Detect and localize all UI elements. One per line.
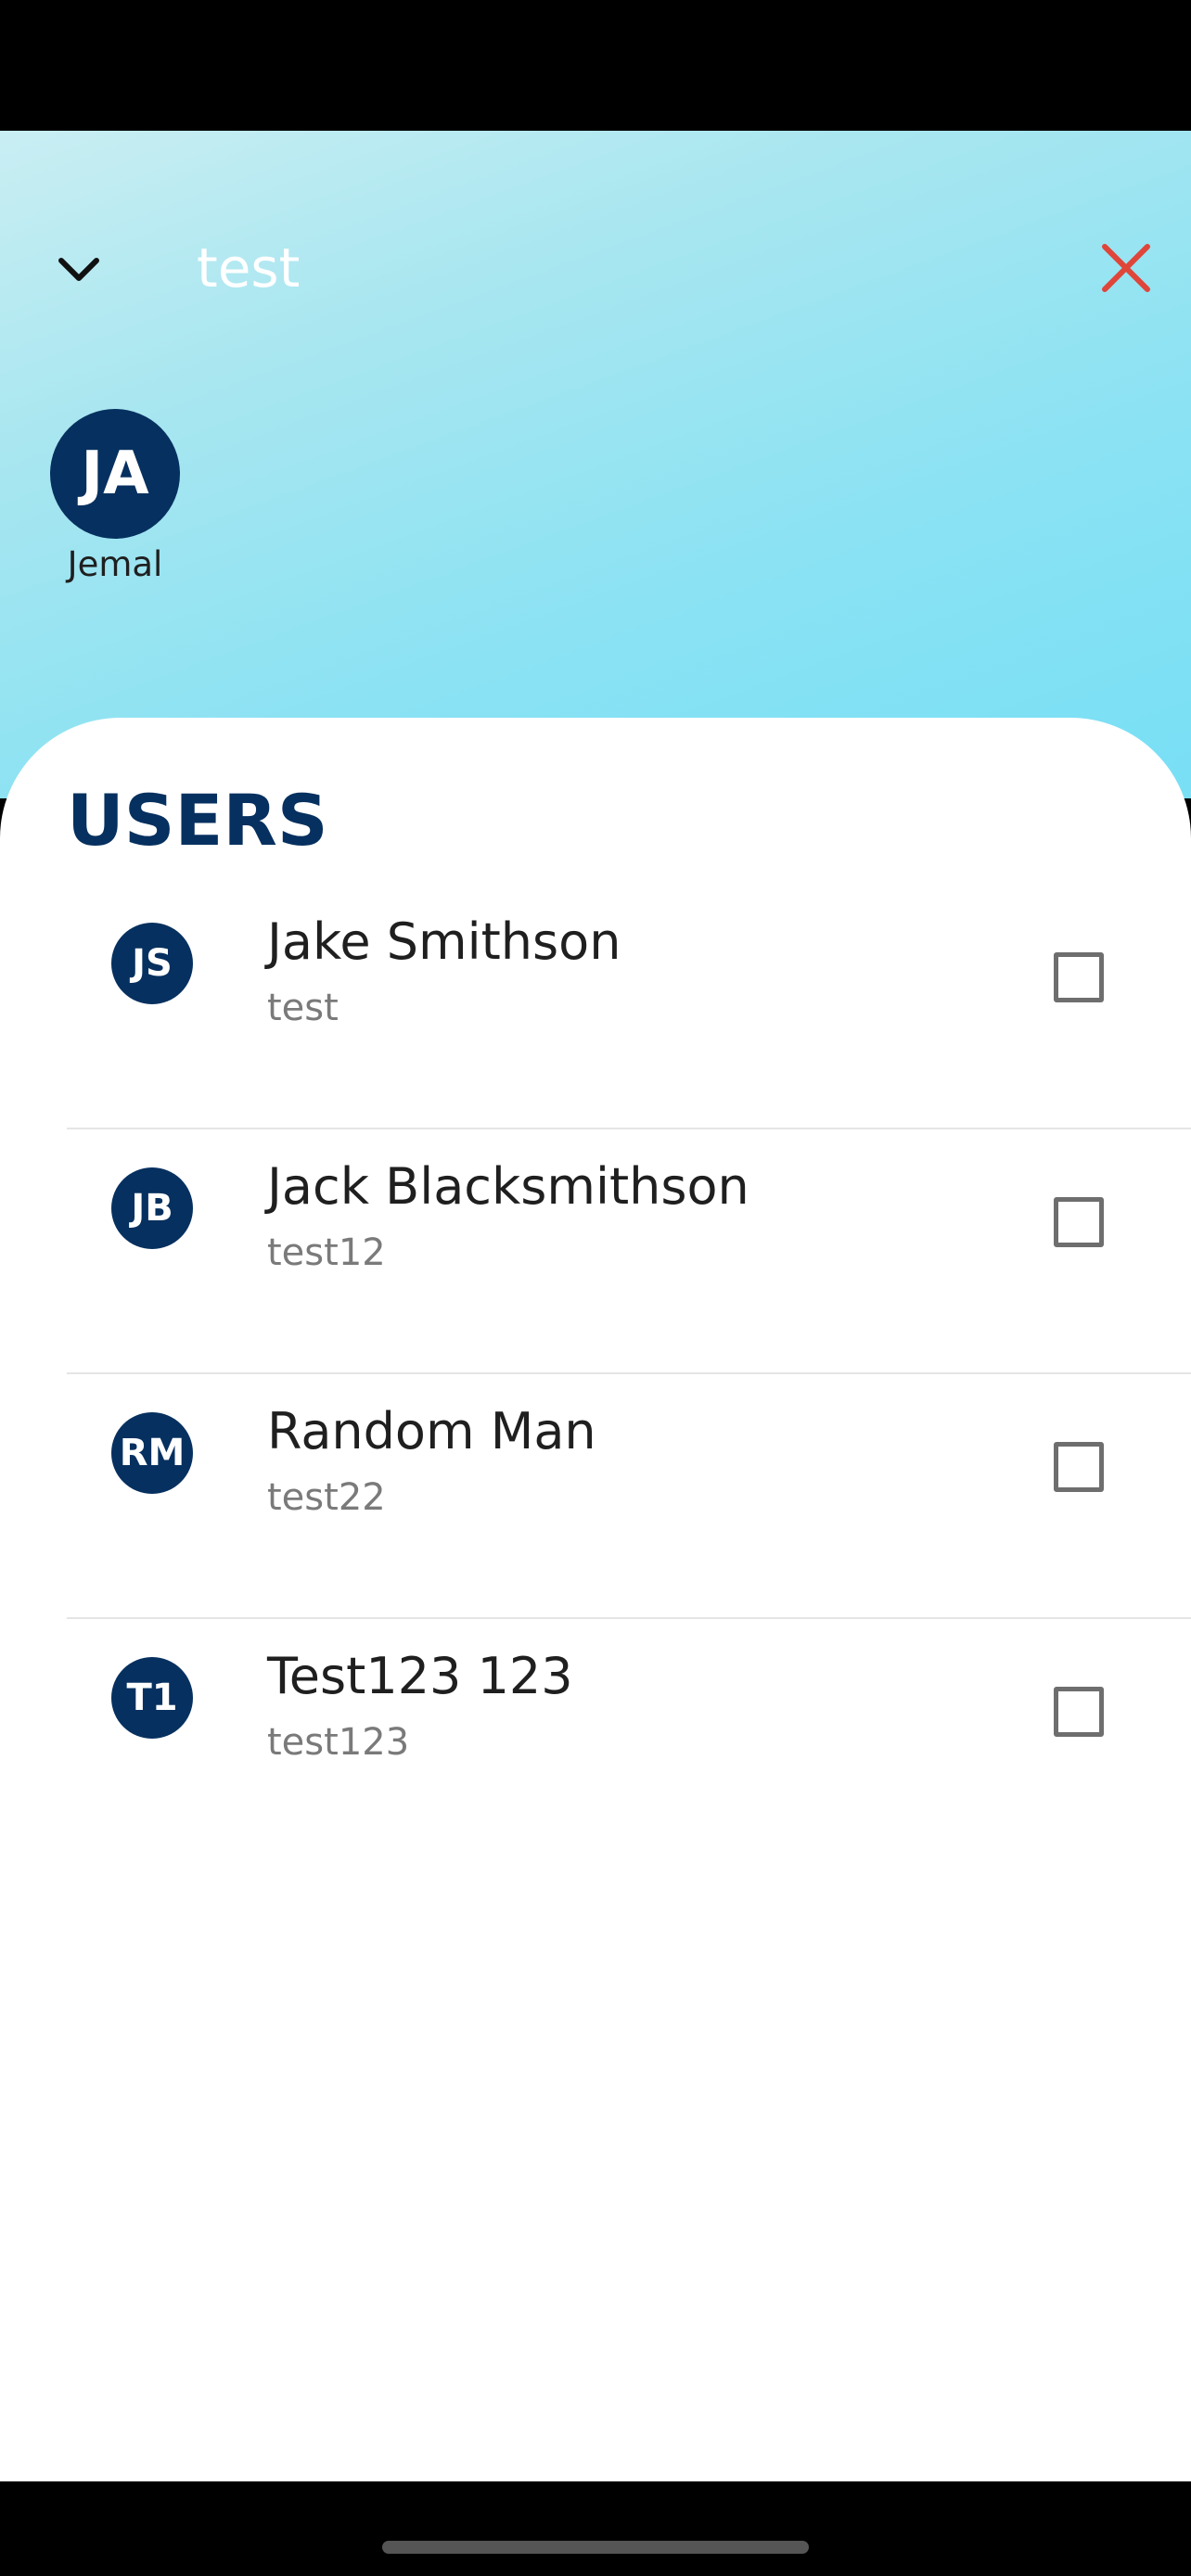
select-checkbox[interactable] — [1054, 1687, 1104, 1737]
clear-search-button[interactable] — [1085, 227, 1167, 309]
user-name: Jack Blacksmithson — [267, 1157, 749, 1216]
list-item[interactable]: JB Jack Blacksmithson test12 — [0, 1129, 1191, 1374]
user-name: Jake Smithson — [267, 912, 621, 971]
avatar: JB — [111, 1167, 193, 1249]
avatar: T1 — [111, 1657, 193, 1739]
avatar: JA — [50, 409, 180, 539]
user-list: JS Jake Smithson test JB Jack Blacksmith… — [0, 885, 1191, 1864]
user-name: Random Man — [267, 1402, 596, 1460]
select-checkbox[interactable] — [1054, 1442, 1104, 1492]
home-indicator[interactable] — [382, 2541, 809, 2554]
user-username: test123 — [267, 1721, 410, 1764]
close-icon — [1102, 244, 1150, 292]
list-item[interactable]: T1 Test123 123 test123 — [0, 1619, 1191, 1864]
navigation-bar — [0, 2481, 1191, 2576]
select-checkbox[interactable] — [1054, 1197, 1104, 1247]
collapse-button[interactable] — [43, 234, 115, 306]
users-panel: USERS JS Jake Smithson test JB Jack Blac… — [0, 718, 1191, 2481]
user-username: test22 — [267, 1476, 386, 1519]
user-name: Test123 123 — [267, 1647, 573, 1705]
section-title: USERS — [67, 779, 328, 861]
user-username: test — [267, 987, 339, 1029]
chevron-down-icon — [58, 258, 99, 281]
list-item[interactable]: JS Jake Smithson test — [0, 885, 1191, 1129]
search-input[interactable] — [197, 223, 1031, 312]
search-header: JA Jemal — [0, 131, 1191, 798]
user-username: test12 — [267, 1231, 386, 1274]
status-bar — [0, 0, 1191, 131]
avatar: JS — [111, 923, 193, 1004]
select-checkbox[interactable] — [1054, 952, 1104, 1002]
list-item[interactable]: RM Random Man test22 — [0, 1374, 1191, 1619]
selected-user-chip[interactable]: JA Jemal — [37, 409, 193, 584]
avatar: RM — [111, 1412, 193, 1494]
selected-user-name: Jemal — [67, 544, 163, 584]
